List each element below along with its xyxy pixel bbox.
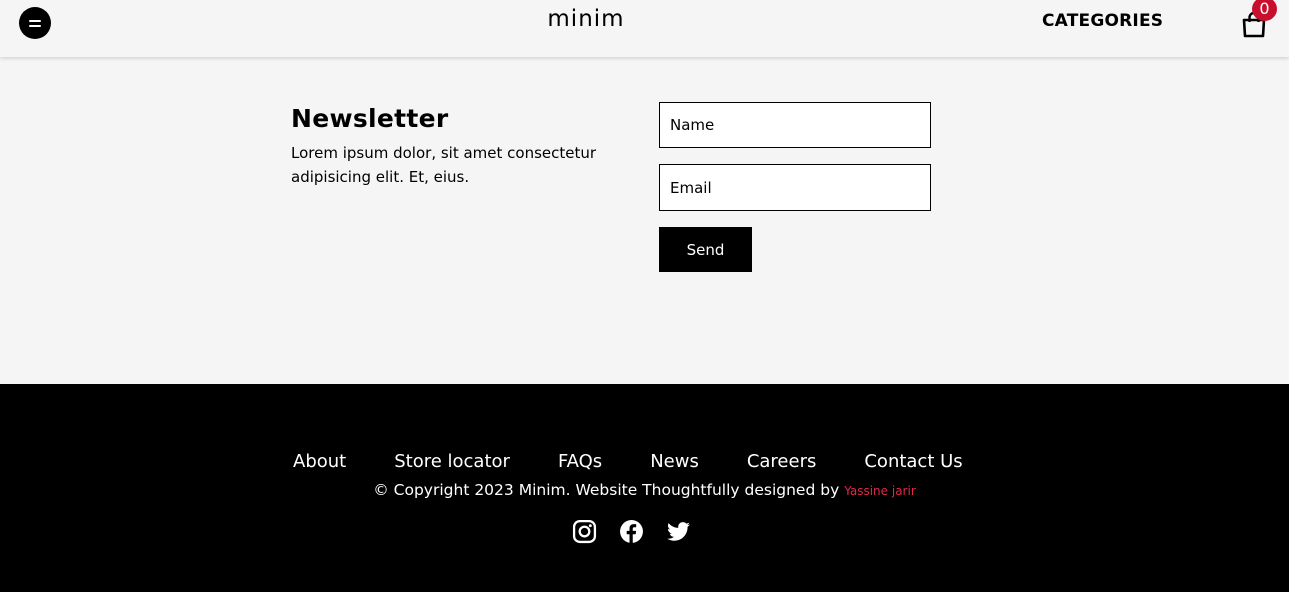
footer-link-faqs[interactable]: FAQs (558, 451, 602, 472)
copyright-line: © Copyright 2023 Minim. Website Thoughtf… (0, 481, 1289, 499)
designer-link[interactable]: Yassine jarir (844, 484, 916, 498)
footer-link-careers[interactable]: Careers (747, 451, 817, 472)
footer-nav: About Store locator FAQs News Careers Co… (293, 451, 963, 472)
site-header: minim CATEGORIES 0 (0, 0, 1289, 57)
send-button[interactable]: Send (659, 227, 752, 272)
newsletter-title: Newsletter (291, 104, 449, 133)
site-footer: About Store locator FAQs News Careers Co… (0, 384, 1289, 592)
name-field[interactable] (659, 102, 931, 148)
footer-link-contact-us[interactable]: Contact Us (864, 451, 962, 472)
twitter-icon[interactable] (666, 519, 691, 544)
facebook-icon[interactable] (619, 519, 644, 544)
footer-link-news[interactable]: News (650, 451, 699, 472)
cart-count-badge: 0 (1252, 0, 1277, 21)
copyright-text: © Copyright 2023 Minim. Website Thoughtf… (373, 481, 840, 499)
social-links (572, 519, 691, 544)
footer-link-store-locator[interactable]: Store locator (394, 451, 510, 472)
email-field[interactable] (659, 164, 931, 211)
site-logo[interactable]: minim (0, 6, 1172, 32)
newsletter-description: Lorem ipsum dolor, sit amet consectetur … (291, 144, 597, 186)
categories-link[interactable]: CATEGORIES (1042, 11, 1163, 31)
instagram-icon[interactable] (572, 519, 597, 544)
footer-link-about[interactable]: About (293, 451, 346, 472)
